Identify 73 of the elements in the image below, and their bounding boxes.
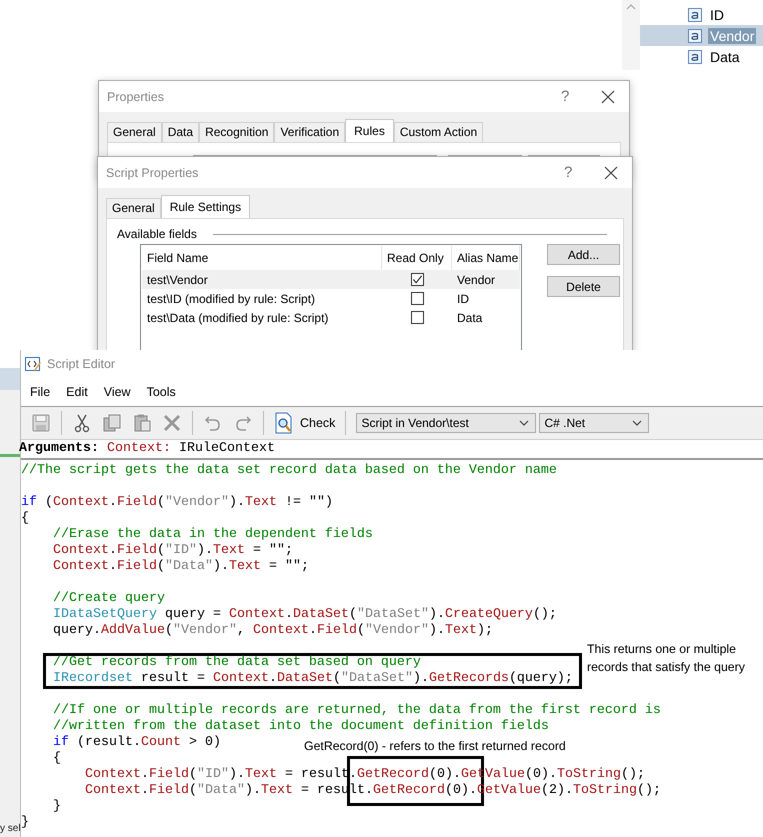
code-line: //If one or multiple records are returned, the data from the first record is bbox=[52, 703, 661, 719]
code-line: } bbox=[52, 799, 61, 815]
code-line: query.AddValue("Vendor", Context.Field("Vendor").Text); bbox=[52, 623, 493, 639]
checkbox[interactable] bbox=[410, 273, 424, 286]
menu-item[interactable]: Tools bbox=[146, 385, 176, 399]
code-line: IDataSetQuery query = Context.DataSet("DataSet").CreateQuery(); bbox=[52, 607, 557, 623]
code-line: //The script gets the data set record data based on the Vendor name bbox=[21, 463, 557, 479]
tab[interactable]: Data bbox=[162, 122, 200, 142]
group-label: Available fields bbox=[117, 227, 197, 241]
table-cell-text: test\Vendor bbox=[146, 272, 209, 286]
cut-icon[interactable] bbox=[72, 413, 92, 433]
tab[interactable]: General bbox=[106, 198, 161, 218]
code-line: //Get records from the data set based on query bbox=[52, 655, 421, 671]
text-field-icon bbox=[688, 50, 702, 64]
window-title: Properties bbox=[107, 90, 165, 104]
document-search-icon bbox=[274, 412, 294, 434]
help-button[interactable]: ? bbox=[561, 88, 591, 105]
editor-icon bbox=[25, 356, 41, 372]
code-line: Context.Field("ID").Text = ""; bbox=[52, 543, 293, 559]
check-button[interactable]: Check bbox=[274, 412, 336, 434]
tree-item[interactable]: Data bbox=[640, 46, 763, 67]
tab[interactable]: General bbox=[107, 122, 162, 142]
dialog-button[interactable]: Delete bbox=[547, 276, 620, 297]
selected-row bbox=[0, 368, 20, 390]
save-icon[interactable] bbox=[31, 413, 51, 433]
caret-icon bbox=[632, 420, 642, 426]
code-line: if (Context.Field("Vendor").Text != "") bbox=[21, 495, 333, 511]
menu-item[interactable]: Edit bbox=[66, 385, 88, 399]
annotation-text: This returns one or multiple records that satisfy the query bbox=[587, 641, 746, 676]
annotation-text: GetRecord(0) - refers to the first returned record bbox=[304, 738, 566, 755]
panel-text: y sel bbox=[0, 823, 21, 834]
menu-item[interactable]: View bbox=[104, 385, 131, 399]
table-cell-text: Vendor bbox=[456, 272, 496, 286]
script-dropdown[interactable]: Script in Vendor\test bbox=[356, 413, 536, 433]
help-button[interactable]: ? bbox=[564, 164, 594, 181]
close-icon[interactable] bbox=[604, 166, 618, 180]
tab[interactable]: Rule Settings bbox=[160, 195, 250, 218]
code-line: //Create query bbox=[52, 591, 165, 607]
dialog-button[interactable]: Add... bbox=[547, 244, 620, 265]
text-field-icon bbox=[688, 28, 702, 42]
code-line: //written from the dataset into the document definition fields bbox=[52, 719, 549, 735]
paste-icon[interactable] bbox=[132, 413, 152, 433]
copy-icon[interactable] bbox=[102, 413, 122, 433]
tab[interactable]: Custom Action bbox=[394, 122, 484, 142]
window-title: Script Properties bbox=[106, 166, 200, 180]
code-editor[interactable] bbox=[21, 458, 763, 831]
code-line: { bbox=[21, 511, 29, 527]
table-row[interactable]: test\Vendor Vendor bbox=[142, 270, 520, 289]
checkbox[interactable] bbox=[410, 292, 424, 305]
table-cell-text: test\Data (modified by rule: Script) bbox=[146, 310, 330, 324]
arguments-line: Arguments: Context: IRuleContext bbox=[19, 440, 276, 458]
caret-icon bbox=[519, 420, 530, 426]
tab[interactable]: Verification bbox=[274, 122, 346, 142]
tab[interactable]: Recognition bbox=[199, 122, 274, 142]
code-line: Context.Field("Data").Text = ""; bbox=[52, 559, 309, 575]
table-cell-text: test\ID (modified by rule: Script) bbox=[146, 292, 316, 306]
table-cell-text: ID bbox=[456, 292, 470, 306]
code-line: IRecordset result = Context.DataSet("DataSet").GetRecords(query); bbox=[52, 671, 573, 687]
menu-item[interactable]: File bbox=[30, 385, 50, 399]
code-line: } bbox=[21, 815, 29, 831]
code-line: { bbox=[52, 751, 61, 767]
code-line: //Erase the data in the dependent fields bbox=[52, 527, 373, 543]
checkbox[interactable] bbox=[410, 311, 424, 324]
table-row[interactable]: test\ID (modified by rule: Script) ID bbox=[142, 289, 520, 308]
language-dropdown[interactable]: C# .Net bbox=[539, 413, 650, 433]
text-field-icon bbox=[688, 8, 702, 22]
tree-item[interactable]: ID bbox=[640, 4, 763, 25]
close-icon[interactable] bbox=[601, 90, 615, 104]
tab[interactable]: Rules bbox=[345, 119, 394, 142]
code-line: if (result.Count > 0) bbox=[52, 735, 221, 751]
window-title: Script Editor bbox=[47, 357, 116, 371]
table-cell-text: Data bbox=[456, 310, 484, 324]
table-row[interactable]: test\Data (modified by rule: Script) Data bbox=[142, 308, 520, 327]
